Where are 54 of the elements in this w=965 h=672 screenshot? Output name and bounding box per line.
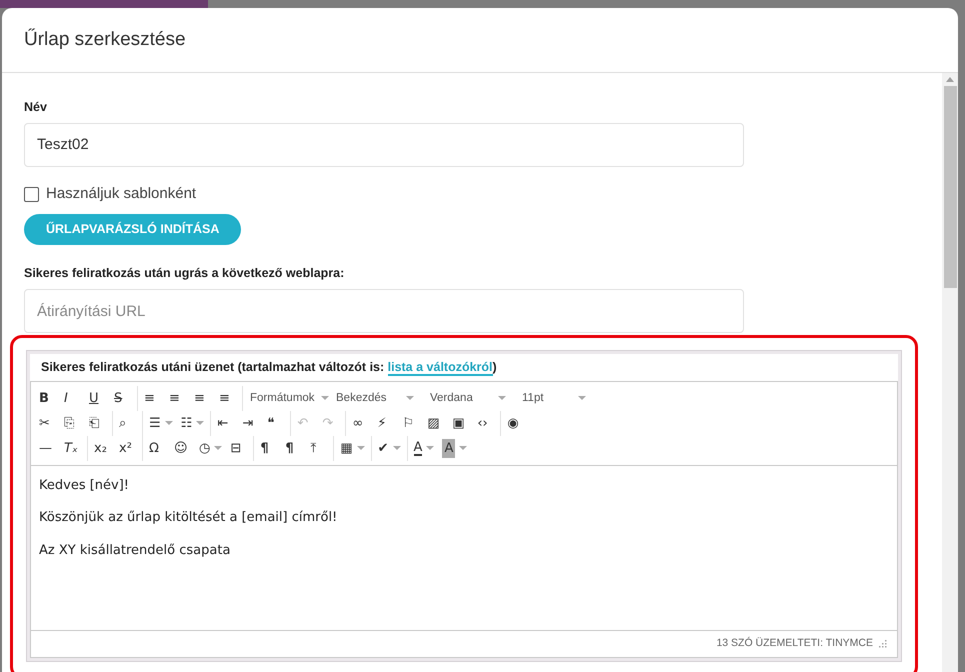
toolbar-button[interactable]: x₂ (90, 436, 115, 460)
toolbar-button[interactable]: ◉ (503, 412, 528, 435)
toolbar-button[interactable]: ⤒ (306, 436, 332, 460)
scrollbar[interactable] (942, 73, 958, 672)
toolbar-button[interactable]: ≡ (190, 386, 215, 410)
status-text: 13 SZÓ ÜZEMELTETI: TINYMCE (716, 636, 873, 652)
toolbar-button[interactable]: ☺ (170, 436, 195, 460)
toolbar-button[interactable]: ▨ (423, 412, 448, 435)
toolbar-button[interactable]: ⎘ (60, 412, 85, 435)
toolbar-dropdown[interactable]: Bekezdés (331, 386, 419, 410)
toolbar-button[interactable]: — (35, 436, 60, 460)
toolbar-button[interactable]: ⇥ (238, 412, 264, 435)
toolbar-button[interactable]: ¶ (256, 436, 282, 460)
toolbar-button[interactable]: ⎗ (85, 412, 110, 435)
field-label: Sikeres feliratkozás után ugrás a következő weblapra: (24, 265, 344, 282)
toolbar-button[interactable]: x² (115, 436, 140, 460)
toolbar-split-button[interactable]: ▦ (336, 436, 369, 460)
toolbar-button[interactable]: ∞ (348, 412, 374, 435)
toolbar-button[interactable]: Tₓ (60, 436, 85, 460)
checkbox-label: Használjuk sablonként (46, 184, 196, 204)
resize-grip-icon[interactable] (879, 640, 887, 648)
editor-text-area[interactable]: Kedves [név]! Köszönjük az űrlap kitöltését a [email] címről! Az XY kisállatrendelő csapata (31, 464, 897, 630)
toolbar-button[interactable]: ≡ (140, 386, 165, 410)
checkbox[interactable] (24, 186, 39, 202)
name-input-field[interactable]: Teszt02 (24, 122, 744, 167)
toolbar-split-button[interactable]: ◷ (195, 436, 226, 460)
toolbar-button[interactable]: ¶ (281, 436, 306, 460)
toolbar-button[interactable]: ⚐ (398, 412, 424, 435)
toolbar-button[interactable]: I (60, 386, 85, 410)
toolbar-button[interactable]: ≡ (165, 386, 190, 410)
toolbar-split-button[interactable]: ☷ (176, 412, 208, 435)
toolbar-split-button[interactable]: A (438, 436, 472, 460)
toolbar-button[interactable]: ✂ (35, 412, 60, 435)
toolbar-split-button[interactable]: ✔ (374, 436, 405, 460)
toolbar-split-button[interactable]: A (410, 436, 438, 460)
field-label: Név (24, 99, 47, 116)
toolbar-dropdown[interactable]: Verdana (425, 386, 511, 410)
toolbar-button[interactable]: S (110, 386, 135, 410)
toolbar-split-button[interactable]: ☰ (145, 412, 177, 435)
modal-title: Űrlap szerkesztése (24, 28, 186, 52)
toolbar-button[interactable]: U (85, 386, 110, 410)
toolbar-button[interactable]: ⚡ (373, 412, 398, 435)
toolbar-button[interactable]: ▣ (448, 412, 474, 435)
toolbar-button[interactable]: ⌕ (115, 412, 140, 435)
url-input-field[interactable]: Átirányítási URL (24, 289, 744, 333)
toolbar-button[interactable]: B (35, 386, 60, 410)
toolbar-dropdown[interactable]: 11pt (517, 386, 591, 410)
editor-label: Sikeres feliratkozás utáni üzenet (tartalmazhat változót is: lista a változókról) (30, 354, 898, 381)
toolbar-button[interactable]: ⇤ (213, 412, 238, 435)
toolbar-button[interactable]: ‹› (473, 412, 498, 435)
toolbar-button[interactable]: ⊟ (226, 436, 252, 460)
toolbar-button[interactable]: ❝ (263, 412, 288, 435)
toolbar-button[interactable]: ≡ (215, 386, 240, 410)
toolbar-button[interactable]: Ω (145, 436, 170, 460)
